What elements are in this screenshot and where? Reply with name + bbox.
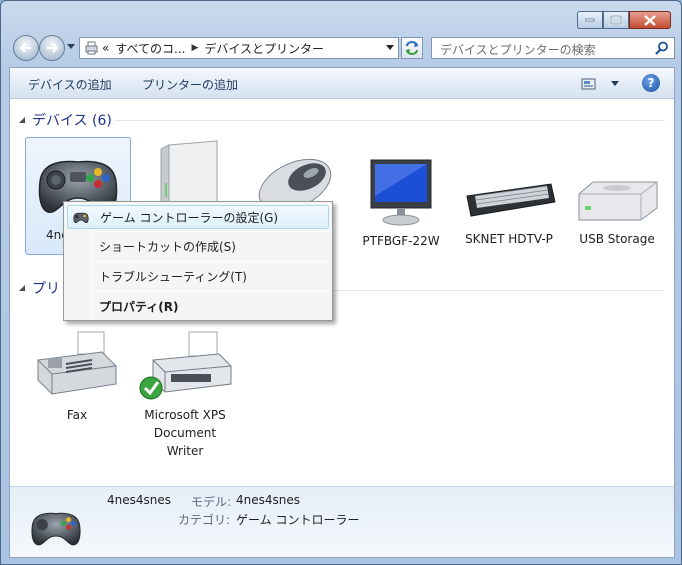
collapse-triangle-icon[interactable] <box>18 284 26 292</box>
window: « すべてのコ... ▶ デバイスとプリンター デバイスとプリンターの検索 デバ… <box>0 0 682 565</box>
device-item-monitor[interactable]: PTFBGF-22W <box>348 156 454 250</box>
printer-item-xps[interactable]: Microsoft XPS Document Writer <box>132 330 238 460</box>
details-category-value: ゲーム コントローラー <box>236 513 360 527</box>
menu-separator <box>96 261 328 262</box>
fax-icon <box>37 331 117 395</box>
printers-group-header[interactable]: プリ <box>18 278 60 298</box>
breadcrumb-separator-icon[interactable]: ▶ <box>191 43 198 53</box>
search-placeholder: デバイスとプリンターの検索 <box>440 43 596 57</box>
menu-item-label: プロパティ(R) <box>99 299 179 314</box>
forward-arrow-icon <box>47 43 59 53</box>
view-icon <box>581 78 596 89</box>
printer-label-line2: Document <box>153 426 217 440</box>
menu-item-label: トラブルシューティング(T) <box>99 269 247 284</box>
add-device-button[interactable]: デバイスの追加 <box>28 76 112 93</box>
device-label: PTFBGF-22W <box>362 234 440 248</box>
address-bar[interactable]: « すべてのコ... ▶ デバイスとプリンター <box>79 37 399 59</box>
printer-item-fax[interactable]: Fax <box>24 330 130 424</box>
monitor-icon <box>370 159 432 226</box>
menu-item-game-controller-settings[interactable]: ゲーム コントローラーの設定(G) <box>67 205 329 229</box>
back-button[interactable] <box>13 35 39 61</box>
navigation-bar: « すべてのコ... ▶ デバイスとプリンター デバイスとプリンターの検索 <box>9 33 675 61</box>
printer-label-line3: Writer <box>166 444 204 458</box>
refresh-icon <box>406 41 418 55</box>
printer-label-line1: Microsoft XPS <box>144 408 226 422</box>
add-printer-button[interactable]: プリンターの追加 <box>142 76 238 93</box>
search-icon[interactable] <box>655 41 669 55</box>
close-button[interactable] <box>629 11 671 29</box>
maximize-button[interactable] <box>603 11 629 29</box>
details-model-label: モデル: <box>191 495 232 509</box>
maximize-icon <box>610 15 622 25</box>
minimize-icon <box>585 18 595 22</box>
minimize-button[interactable] <box>577 11 603 29</box>
menu-item-label: ショートカットの作成(S) <box>99 239 236 254</box>
view-dropdown-icon <box>611 81 619 86</box>
printers-group-title: プリ <box>32 281 60 297</box>
caption-buttons <box>577 11 671 29</box>
details-device-name: 4nes4snes <box>107 493 172 507</box>
keyboard-icon <box>466 183 556 217</box>
gamepad-icon <box>31 512 81 546</box>
help-button[interactable]: ? <box>642 74 660 92</box>
address-overflow[interactable]: « <box>102 41 109 55</box>
printer-label: Fax <box>66 408 88 422</box>
breadcrumb-devices-printers[interactable]: デバイスとプリンター <box>204 40 324 57</box>
devices-group-header[interactable]: デバイス (6) <box>18 110 112 130</box>
breadcrumb-all-control-panel[interactable]: すべてのコ... <box>115 40 185 57</box>
command-bar: デバイスの追加 プリンターの追加 ? <box>10 68 674 99</box>
devices-group-title: デバイス (6) <box>32 113 112 129</box>
menu-item-troubleshoot[interactable]: トラブルシューティング(T) <box>67 264 329 288</box>
address-dropdown-icon[interactable] <box>386 45 394 51</box>
printer-icon <box>139 331 232 400</box>
back-arrow-icon <box>19 43 31 53</box>
device-label: USB Storage <box>579 232 655 246</box>
close-icon <box>644 14 656 26</box>
recent-pages-dropdown-icon[interactable] <box>67 44 75 50</box>
devices-group-divider <box>114 120 664 121</box>
device-item-keyboard[interactable]: SKNET HDTV-P <box>456 168 562 248</box>
collapse-triangle-icon[interactable] <box>18 116 26 124</box>
change-view-button[interactable] <box>581 76 619 92</box>
forward-button[interactable] <box>39 35 65 61</box>
help-icon: ? <box>647 76 655 90</box>
details-pane: 4nes4snes モデル: 4nes4snes カテゴリ: ゲーム コントロー… <box>10 486 674 557</box>
details-category-label: カテゴリ: <box>178 513 231 527</box>
device-label: SKNET HDTV-P <box>465 232 553 246</box>
menu-separator <box>96 291 328 292</box>
printer-label: Microsoft XPS Document Writer <box>132 406 238 460</box>
context-menu: ゲーム コントローラーの設定(G) ショートカットの作成(S) トラブルシューテ… <box>63 201 333 321</box>
menu-item-properties[interactable]: プロパティ(R) <box>67 294 329 318</box>
refresh-button[interactable] <box>401 37 423 59</box>
menu-item-create-shortcut[interactable]: ショートカットの作成(S) <box>67 234 329 258</box>
devices-printers-location-icon <box>85 41 98 55</box>
search-input[interactable]: デバイスとプリンターの検索 <box>431 37 675 59</box>
gamepad-icon <box>73 212 89 224</box>
details-model-value: 4nes4snes <box>236 493 301 507</box>
device-item-usb-storage[interactable]: USB Storage <box>564 172 670 248</box>
menu-item-label: ゲーム コントローラーの設定(G) <box>100 210 279 225</box>
menu-separator <box>96 231 328 232</box>
usb-storage-icon <box>578 181 658 221</box>
